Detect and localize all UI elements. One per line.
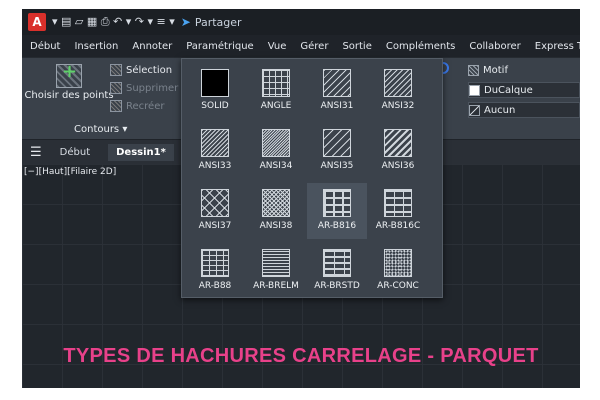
hatch-preview-icon bbox=[262, 189, 290, 217]
color-label: DuCalque bbox=[484, 84, 533, 96]
recreate-button[interactable]: Recréer bbox=[110, 100, 164, 112]
background-color-label: Aucun bbox=[484, 104, 516, 116]
share-label: Partager bbox=[194, 15, 242, 29]
hatch-preview-icon bbox=[384, 129, 412, 157]
hatch-pattern-ar-b816[interactable]: AR-B816 bbox=[307, 183, 367, 239]
hatch-pattern-label: ANGLE bbox=[260, 101, 292, 111]
hatch-pattern-ar-conc[interactable]: AR-CONC bbox=[368, 243, 428, 299]
hatch-preview-icon bbox=[384, 189, 412, 217]
quick-access-toolbar[interactable]: ▾ ▤ ▱ ▦ ⎙ ↶ ▾ ↷ ▾ ≡ ▾ bbox=[52, 15, 175, 29]
menu-icon[interactable]: ☰ bbox=[30, 145, 42, 160]
hatch-pattern-ansi35[interactable]: ANSI35 bbox=[307, 123, 367, 179]
recreate-icon bbox=[110, 100, 122, 112]
menu-annoter[interactable]: Annoter bbox=[132, 41, 172, 52]
menu-sortie[interactable]: Sortie bbox=[342, 41, 371, 52]
pick-points-button[interactable]: Choisir des points bbox=[24, 61, 114, 112]
tab-debut[interactable]: Début bbox=[52, 144, 98, 161]
hatch-pattern-gallery: SOLID ANGLE ANSI31 ANSI32 ANSI33 ANSI34 ANSI35… bbox=[181, 58, 443, 298]
hatch-pattern-label: ANSI35 bbox=[320, 161, 354, 171]
share-button[interactable]: ➤ Partager bbox=[181, 15, 242, 29]
hatch-preview-icon bbox=[384, 69, 412, 97]
menu-complements[interactable]: Compléments bbox=[386, 41, 455, 52]
hatch-pattern-label: AR-B88 bbox=[198, 281, 232, 291]
hatch-pattern-ar-brstd[interactable]: AR-BRSTD bbox=[307, 243, 367, 299]
hatch-pattern-ansi38[interactable]: ANSI38 bbox=[246, 183, 306, 239]
no-color-icon bbox=[469, 104, 480, 116]
hatch-pattern-label: ANSI34 bbox=[259, 161, 293, 171]
tab-dessin1[interactable]: Dessin1* bbox=[108, 143, 174, 161]
hatch-preview-icon bbox=[201, 189, 229, 217]
hatch-pattern-label: ANSI38 bbox=[259, 221, 293, 231]
color-dropdown[interactable]: DuCalque bbox=[468, 82, 580, 98]
hatch-pattern-label: AR-BRELM bbox=[253, 281, 299, 291]
viewport-controls[interactable]: [−][Haut][Filaire 2D] bbox=[24, 167, 116, 177]
hatch-pattern-angle[interactable]: ANGLE bbox=[246, 63, 306, 119]
hatch-pattern-ar-b88[interactable]: AR-B88 bbox=[185, 243, 245, 299]
background-color-dropdown[interactable]: Aucun bbox=[468, 102, 580, 118]
hatch-pattern-label: ANSI32 bbox=[381, 101, 415, 111]
title-bar: A ▾ ▤ ▱ ▦ ⎙ ↶ ▾ ↷ ▾ ≡ ▾ ➤ Partager bbox=[22, 9, 580, 35]
hatch-pattern-label: AR-CONC bbox=[377, 281, 419, 291]
pattern-label: Motif bbox=[483, 64, 508, 76]
hatch-pattern-ansi32[interactable]: ANSI32 bbox=[368, 63, 428, 119]
menu-insertion[interactable]: Insertion bbox=[74, 41, 118, 52]
video-caption: TYPES DE HACHURES CARRELAGE - PARQUET bbox=[63, 345, 539, 367]
hatch-pattern-ansi33[interactable]: ANSI33 bbox=[185, 123, 245, 179]
hatch-pattern-label: ANSI36 bbox=[381, 161, 415, 171]
menu-vue[interactable]: Vue bbox=[268, 41, 287, 52]
hatch-preview-icon bbox=[323, 249, 351, 277]
hatch-preview-icon bbox=[262, 249, 290, 277]
hatch-pick-icon bbox=[56, 61, 82, 88]
hatch-preview-icon bbox=[201, 249, 229, 277]
hatch-preview-icon bbox=[323, 189, 351, 217]
selection-button[interactable]: Sélection bbox=[110, 64, 172, 76]
hatch-pattern-ansi34[interactable]: ANSI34 bbox=[246, 123, 306, 179]
remove-label: Supprimer bbox=[126, 82, 179, 94]
pick-points-label: Choisir des points bbox=[24, 90, 114, 101]
menu-collaborer[interactable]: Collaborer bbox=[469, 41, 520, 52]
hatch-pattern-ansi31[interactable]: ANSI31 bbox=[307, 63, 367, 119]
pattern-icon bbox=[468, 64, 479, 76]
remove-button[interactable]: Supprimer bbox=[110, 82, 178, 94]
selection-label: Sélection bbox=[126, 64, 173, 76]
hatch-pattern-ansi36[interactable]: ANSI36 bbox=[368, 123, 428, 179]
hatch-preview-icon bbox=[262, 129, 290, 157]
selection-icon bbox=[110, 64, 122, 76]
hatch-preview-icon bbox=[384, 249, 412, 277]
menu-express-tools[interactable]: Express Tools bbox=[535, 41, 580, 52]
hatch-pattern-label: AR-BRSTD bbox=[314, 281, 360, 291]
hatch-pattern-label: SOLID bbox=[201, 101, 229, 111]
contours-panel-title[interactable]: Contours ▾ bbox=[74, 124, 127, 135]
hatch-pattern-label: ANSI33 bbox=[198, 161, 232, 171]
hatch-pattern-ar-b816c[interactable]: AR-B816C bbox=[368, 183, 428, 239]
hatch-preview-icon bbox=[201, 69, 229, 97]
menu-debut[interactable]: Début bbox=[30, 41, 60, 52]
hatch-pattern-ar-brelm[interactable]: AR-BRELM bbox=[246, 243, 306, 299]
hatch-pattern-label: AR-B816 bbox=[317, 221, 357, 231]
hatch-pattern-ansi37[interactable]: ANSI37 bbox=[185, 183, 245, 239]
hatch-preview-icon bbox=[201, 129, 229, 157]
recreate-label: Recréer bbox=[126, 100, 165, 112]
menu-bar: Début Insertion Annoter Paramétrique Vue… bbox=[22, 37, 580, 55]
hatch-pattern-label: AR-B816C bbox=[375, 221, 421, 231]
remove-icon bbox=[110, 82, 122, 94]
hatch-pattern-solid[interactable]: SOLID bbox=[185, 63, 245, 119]
autocad-logo-icon[interactable]: A bbox=[28, 13, 46, 31]
color-swatch-icon bbox=[469, 84, 480, 96]
hatch-preview-icon bbox=[262, 69, 290, 97]
menu-gerer[interactable]: Gérer bbox=[300, 41, 328, 52]
send-icon: ➤ bbox=[180, 15, 191, 29]
hatch-pattern-label: ANSI31 bbox=[320, 101, 354, 111]
hatch-pattern-label: ANSI37 bbox=[198, 221, 232, 231]
pattern-type-dropdown[interactable]: Motif bbox=[468, 62, 580, 78]
hatch-preview-icon bbox=[323, 69, 351, 97]
hatch-preview-icon bbox=[323, 129, 351, 157]
menu-parametrique[interactable]: Paramétrique bbox=[186, 41, 254, 52]
